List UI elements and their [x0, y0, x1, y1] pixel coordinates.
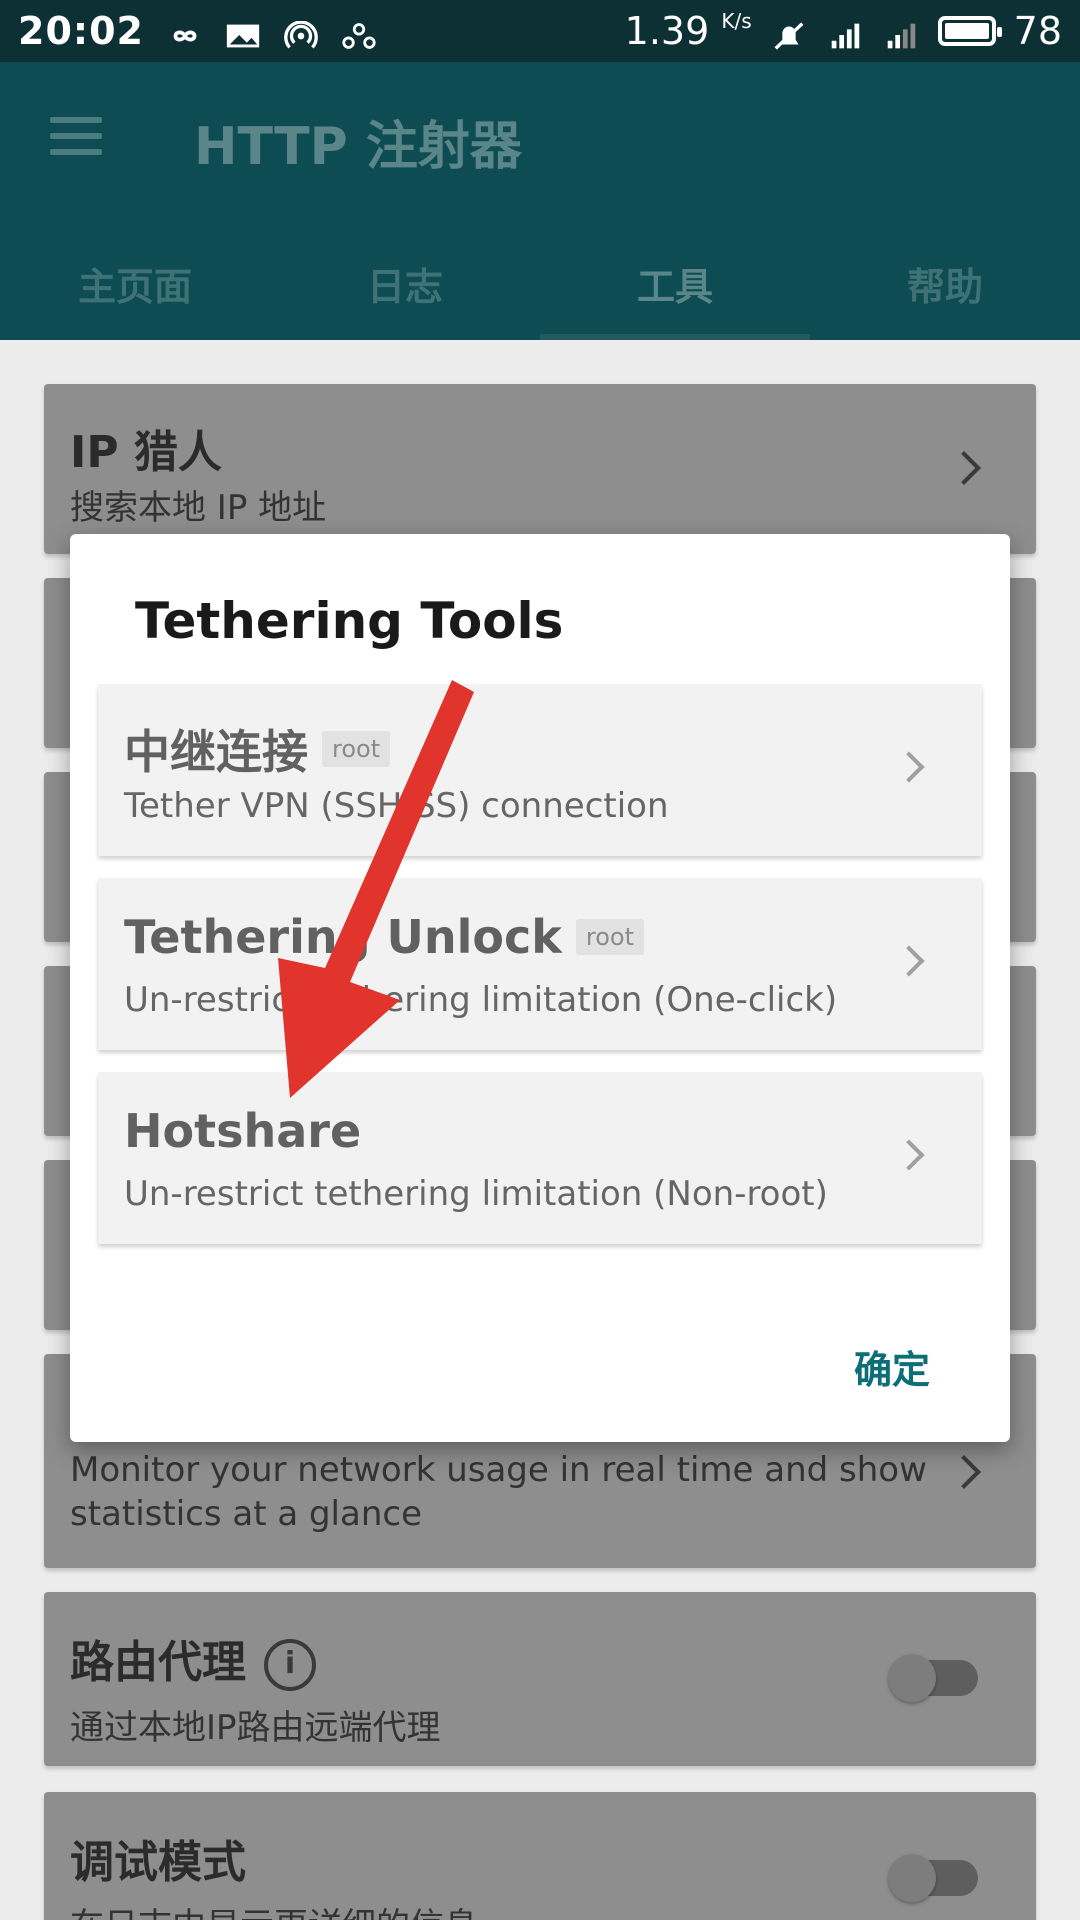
- tab-help[interactable]: 帮助: [810, 242, 1080, 340]
- app-bar: HTTP 注射器 主页面 日志 工具 帮助: [0, 62, 1080, 340]
- tool-item-hotshare[interactable]: Hotshare Un-restrict tethering limitatio…: [98, 1072, 982, 1244]
- image-icon: [224, 16, 262, 48]
- status-icons-left: [166, 16, 378, 49]
- screen: 20:02 1.39 K/s 78 HTTP 注射器 主页面 日志 工具 帮助 …: [0, 0, 1080, 1920]
- network-speed: 1.39 K/s: [624, 9, 752, 53]
- card-route-proxy: 路由代理 i 通过本地IP路由远端代理: [44, 1592, 1036, 1766]
- chevron-right-icon: [893, 945, 925, 977]
- menu-icon[interactable]: [50, 117, 102, 157]
- chevron-right-icon: [893, 1139, 925, 1171]
- card-subtitle: 搜索本地 IP 地址: [70, 488, 327, 528]
- tool-description: Tether VPN (SSH/SS) connection: [124, 786, 669, 826]
- dialog-title: Tethering Tools: [135, 592, 564, 650]
- battery-icon: [937, 16, 1002, 46]
- tab-home[interactable]: 主页面: [0, 242, 270, 340]
- signal-icon: [882, 16, 920, 49]
- ok-button[interactable]: 确定: [854, 1339, 930, 1394]
- tab-tools[interactable]: 工具: [540, 242, 810, 340]
- infinity-icon: [166, 16, 204, 46]
- chevron-right-icon: [947, 1455, 981, 1489]
- card-title: 调试模式: [70, 1837, 246, 1888]
- battery-level: 78: [1013, 9, 1062, 53]
- card-subtitle: 在日志中显示更详细的信息: [70, 1898, 478, 1920]
- card-subtitle: 通过本地IP路由远端代理: [70, 1708, 441, 1748]
- root-badge: root: [322, 731, 391, 767]
- app-title: HTTP 注射器: [194, 117, 522, 177]
- chevron-right-icon: [893, 751, 925, 783]
- status-icons-right: 1.39 K/s 78: [625, 9, 1062, 53]
- hotspot-icon: [282, 16, 320, 49]
- route-proxy-toggle[interactable]: [888, 1654, 978, 1702]
- status-bar: 20:02 1.39 K/s 78: [0, 0, 1080, 62]
- tab-log[interactable]: 日志: [270, 242, 540, 340]
- card-subtitle: Monitor your network usage in real time …: [70, 1450, 927, 1490]
- tool-name: 中继连接 root: [124, 716, 391, 782]
- status-time: 20:02: [18, 9, 144, 53]
- chevron-right-icon: [947, 451, 981, 485]
- mute-icon: [770, 16, 808, 50]
- debug-mode-toggle[interactable]: [888, 1854, 978, 1902]
- tool-name: Hotshare: [124, 1104, 362, 1158]
- tool-description: Un-restrict tethering limitation (Non-ro…: [124, 1174, 828, 1214]
- card-debug-mode: 调试模式 在日志中显示更详细的信息: [44, 1792, 1036, 1920]
- tool-name: Tethering Unlock root: [124, 910, 645, 964]
- tab-bar: 主页面 日志 工具 帮助: [0, 242, 1080, 340]
- card-subtitle: statistics at a glance: [70, 1494, 423, 1534]
- root-badge: root: [575, 919, 645, 955]
- link-icon: [340, 16, 378, 49]
- card-ip-hunter[interactable]: IP 猎人 搜索本地 IP 地址: [44, 384, 1036, 554]
- tethering-tools-dialog: Tethering Tools 中继连接 root Tether VPN (SS…: [70, 534, 1010, 1442]
- info-icon[interactable]: i: [264, 1639, 316, 1691]
- tool-item-relay-connection[interactable]: 中继连接 root Tether VPN (SSH/SS) connection: [98, 684, 982, 856]
- card-title: IP 猎人: [70, 427, 222, 478]
- card-title: 路由代理 i: [70, 1626, 316, 1691]
- tool-item-tethering-unlock[interactable]: Tethering Unlock root Un-restrict tether…: [98, 878, 982, 1050]
- signal-4g-icon: [826, 16, 864, 49]
- tool-description: Un-restrict tethering limitation (One-cl…: [124, 980, 838, 1020]
